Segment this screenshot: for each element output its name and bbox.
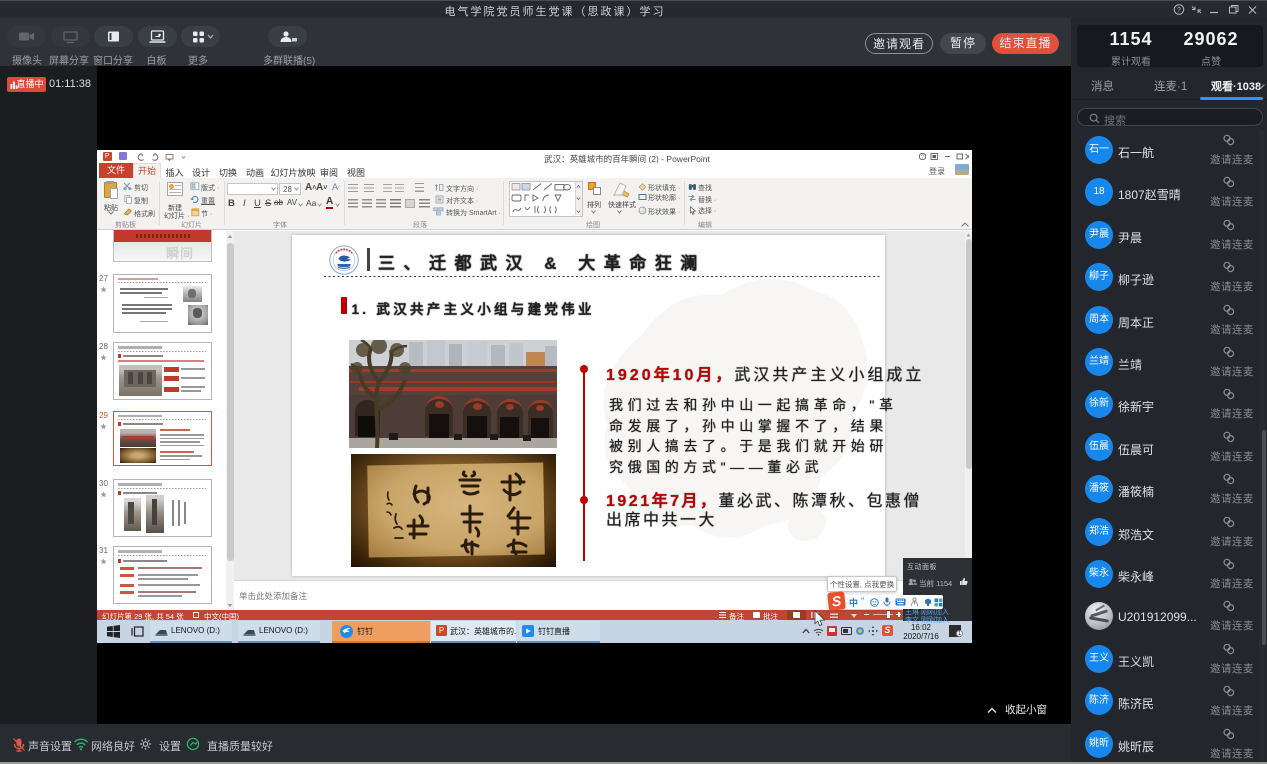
svg-text:?: ?	[1177, 7, 1181, 14]
svg-text:?: ?	[921, 155, 924, 161]
